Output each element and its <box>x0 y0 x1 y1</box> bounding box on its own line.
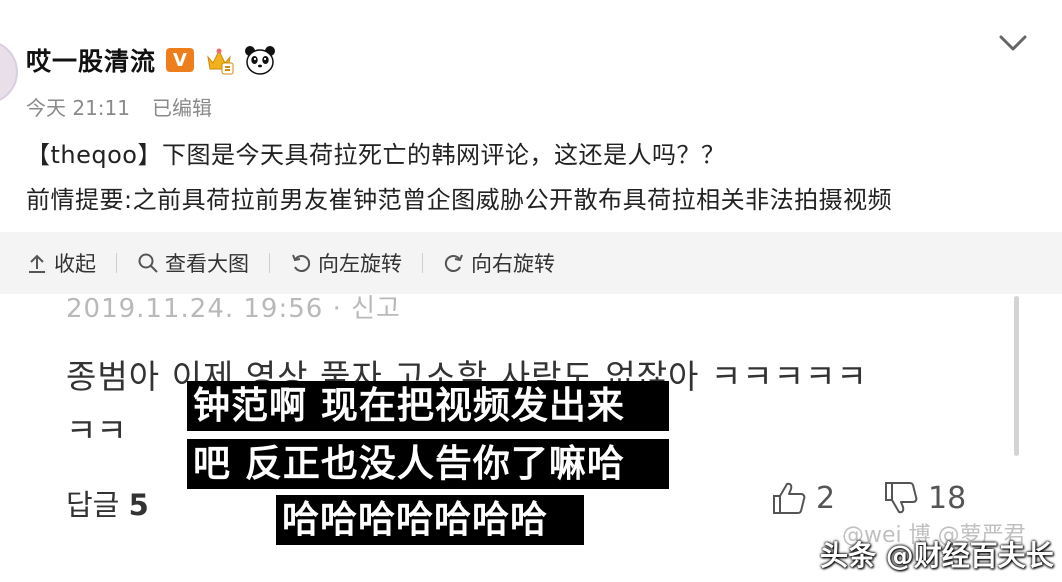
image-scrollbar[interactable] <box>1014 296 1019 456</box>
rotate-left-label: 向左旋转 <box>318 252 402 276</box>
vip-badge-icon[interactable]: V <box>166 48 195 72</box>
toolbar-divider <box>422 253 423 273</box>
toolbar-divider <box>116 253 117 273</box>
subtitle-line-1: 钟范啊 现在把视频发出来 <box>187 381 669 431</box>
comment-date: 2019.11.24. 19:56 · 신고 <box>66 294 401 324</box>
post-text-line-2: 前情提要:之前具荷拉前男友崔钟范曾企图威胁公开散布具荷拉相关非法拍摄视频 <box>26 186 893 214</box>
thumb-up-icon <box>773 482 806 514</box>
edited-label[interactable]: 已编辑 <box>152 92 212 121</box>
watermark: 头条 @财经百夫长 <box>820 539 1054 572</box>
thumb-down-icon <box>885 482 918 514</box>
rotate-left-button[interactable]: 向左旋转 <box>290 248 402 278</box>
chevron-down-icon[interactable] <box>996 32 1030 54</box>
rotate-right-button[interactable]: 向右旋转 <box>443 248 555 278</box>
like-group: 2 <box>770 480 835 516</box>
collapse-button[interactable]: 收起 <box>26 248 96 278</box>
replies-number: 5 <box>128 488 149 522</box>
post-time[interactable]: 今天 21:11 <box>26 92 130 121</box>
toolbar-divider <box>269 253 270 273</box>
collapse-icon <box>29 254 45 273</box>
avatar[interactable] <box>0 40 18 104</box>
rotate-right-label: 向右旋转 <box>471 252 555 276</box>
like-count: 2 <box>816 480 836 516</box>
post-header: 哎一股清流 V <box>26 40 276 80</box>
dislike-group: 18 <box>882 480 966 516</box>
post-text-line-1: 【theqoo】下图是今天具荷拉死亡的韩网评论，这还是人吗？？ <box>26 141 726 169</box>
crown-icon[interactable] <box>204 45 234 75</box>
collapse-label: 收起 <box>54 252 96 276</box>
username[interactable]: 哎一股清流 <box>26 42 156 78</box>
dislike-count: 18 <box>928 480 967 516</box>
view-large-label: 查看大图 <box>165 252 249 276</box>
view-large-button[interactable]: 查看大图 <box>137 248 249 278</box>
subtitle-line-2: 吧 反正也没人告你了嘛哈 <box>187 439 669 489</box>
replies-label: 답글 <box>66 488 120 522</box>
search-icon <box>138 253 158 273</box>
panda-icon[interactable] <box>244 45 276 75</box>
rotate-left-icon <box>292 254 311 272</box>
comment-text-line-2: ㅋㅋ <box>66 411 127 450</box>
replies-count: 답글 5 <box>66 482 149 524</box>
rotate-right-icon <box>444 254 463 272</box>
post-meta: 今天 21:11 已编辑 <box>26 92 212 121</box>
subtitle-line-3: 哈哈哈哈哈哈哈 <box>276 495 584 545</box>
image-toolbar: 收起 查看大图 向左旋转 向右旋转 <box>0 232 1062 294</box>
